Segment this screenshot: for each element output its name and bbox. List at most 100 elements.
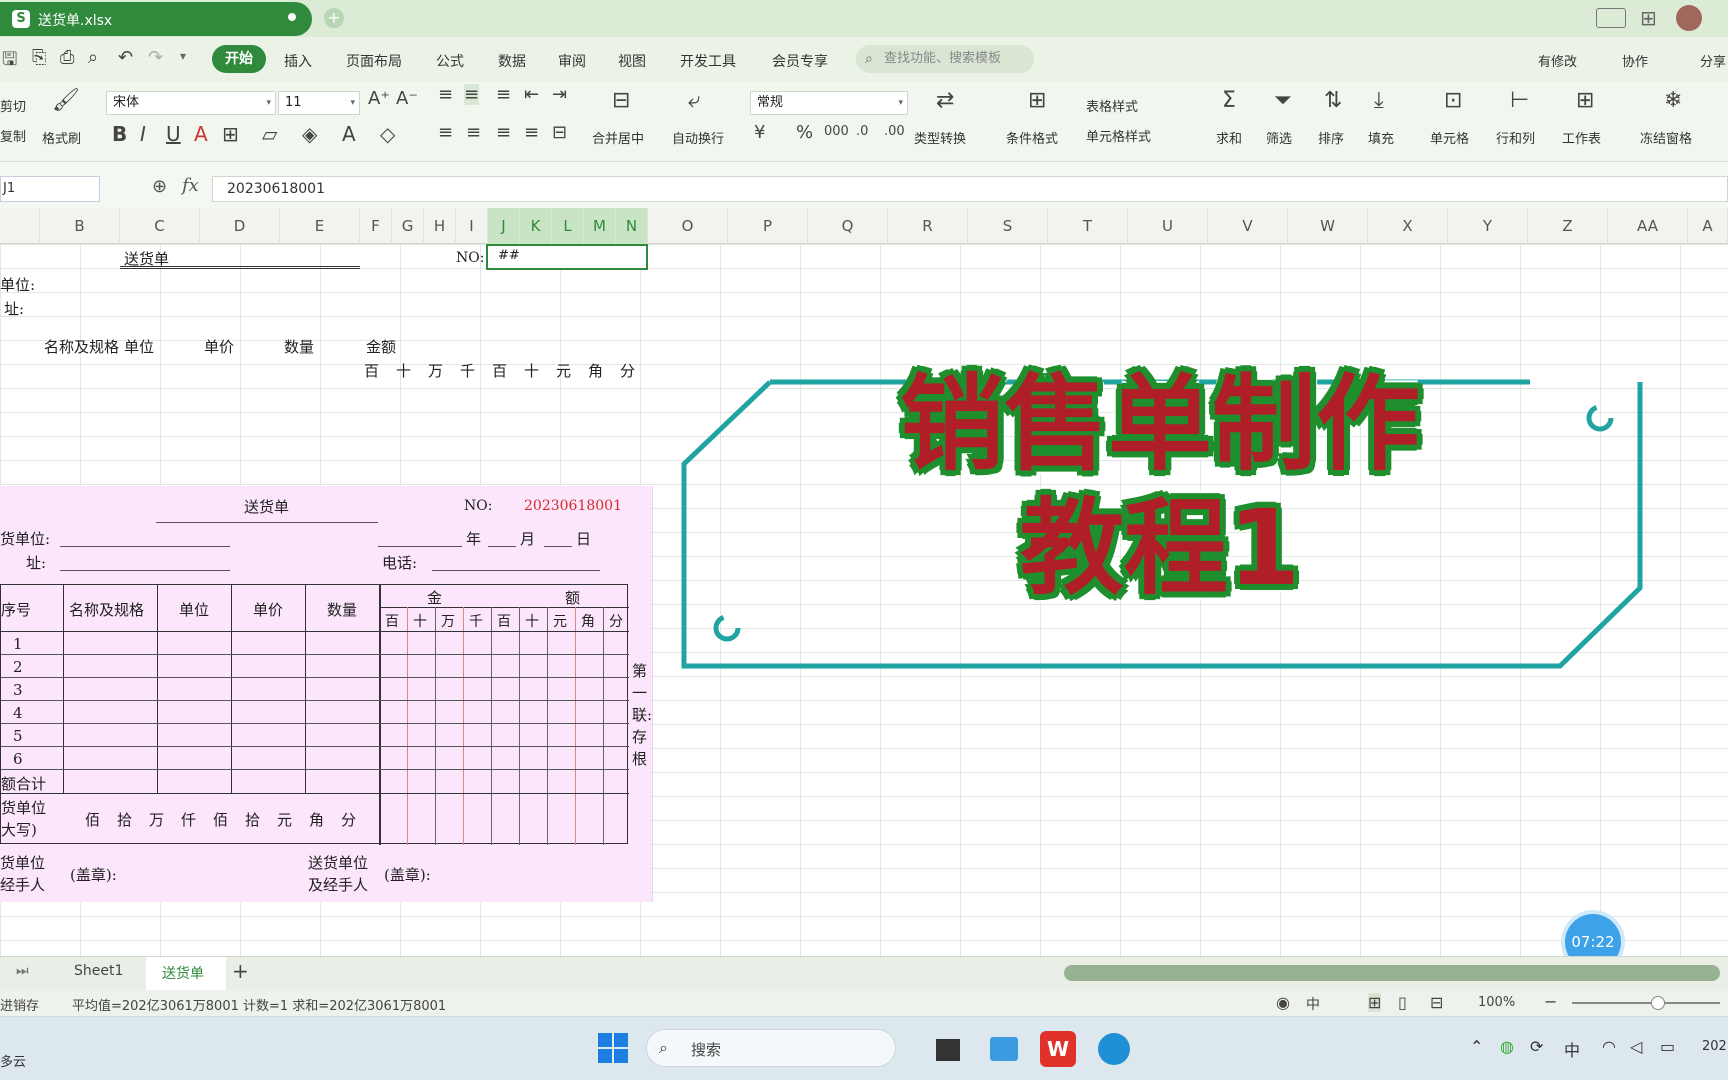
col-header-z[interactable]: Z (1528, 208, 1608, 244)
col-header-d[interactable]: D (200, 208, 280, 244)
save-icon[interactable]: 🖫 (2, 47, 17, 77)
currency-icon[interactable]: ¥ (754, 122, 765, 143)
collaborate-button[interactable]: 协作 (1622, 51, 1648, 70)
type-convert-icon[interactable]: ⇄ (936, 88, 954, 113)
col-header-c[interactable]: C (120, 208, 200, 244)
menu-review[interactable]: 审阅 (558, 51, 586, 71)
font-color-icon[interactable]: A (342, 122, 356, 146)
col-header-u[interactable]: U (1128, 208, 1208, 244)
worksheet-button[interactable]: 工作表 (1562, 128, 1601, 147)
align-bottom-icon[interactable]: ≡ (496, 84, 511, 105)
page-layout-view-icon[interactable]: ▯ (1398, 993, 1407, 1012)
border-icon[interactable]: ⊞ (222, 122, 239, 146)
horizontal-scrollbar[interactable] (1064, 965, 1720, 981)
cell-k6[interactable]: 十 (524, 360, 539, 381)
cell-m6[interactable]: 角 (588, 360, 603, 381)
taskbar-search[interactable]: ⌕ 搜索 (646, 1029, 896, 1067)
row-column-button[interactable]: 行和列 (1496, 128, 1535, 147)
col-header-s[interactable]: S (968, 208, 1048, 244)
fill-button[interactable]: 填充 (1368, 128, 1394, 147)
print-icon[interactable]: ⎙ (60, 47, 74, 68)
battery-icon[interactable]: ▭ (1660, 1037, 1675, 1056)
zoom-level[interactable]: 100% (1478, 995, 1515, 1010)
col-header-x[interactable]: X (1368, 208, 1448, 244)
copy-button[interactable]: 复制 (0, 126, 26, 145)
col-header-h[interactable]: H (424, 208, 456, 244)
row-column-icon[interactable]: ⊢ (1510, 88, 1529, 113)
decrease-font-icon[interactable]: A⁻ (396, 88, 418, 109)
sheet-nav-icon[interactable]: ⏭ (16, 963, 29, 979)
col-header-i[interactable]: I (456, 208, 488, 244)
menu-start[interactable]: 开始 (212, 45, 266, 73)
col-header-ab[interactable]: A (1688, 208, 1728, 244)
conditional-format-icon[interactable]: ⊞ (1028, 88, 1046, 113)
increase-indent-icon[interactable]: ⇥ (552, 84, 567, 105)
col-header-l[interactable]: L (552, 208, 584, 244)
status-left[interactable]: 进销存 (0, 995, 39, 1014)
tray-chevron-icon[interactable]: ⌃ (1470, 1037, 1483, 1056)
col-header-e[interactable]: E (280, 208, 360, 244)
quick-access-dropdown-icon[interactable]: ▾ (180, 49, 186, 63)
changes-button[interactable]: 有修改 (1538, 51, 1577, 70)
fill-color-icon[interactable]: ◈ (302, 122, 317, 146)
menu-page-layout[interactable]: 页面布局 (346, 51, 402, 71)
sum-button[interactable]: 求和 (1216, 128, 1242, 147)
tray-app-icon[interactable]: ◍ (1500, 1037, 1514, 1056)
col-header-aa[interactable]: AA (1608, 208, 1688, 244)
add-sheet-button[interactable]: + (232, 959, 249, 983)
sort-icon[interactable]: ⇅ (1324, 88, 1342, 113)
zoom-formula-icon[interactable]: ⊕ (152, 176, 167, 197)
cut-button[interactable]: 剪切 (0, 96, 26, 115)
align-left-icon[interactable]: ≡ (438, 122, 453, 143)
col-header-v[interactable]: V (1208, 208, 1288, 244)
cell-l6[interactable]: 元 (556, 360, 571, 381)
col-header-o[interactable]: O (648, 208, 728, 244)
conditional-format-button[interactable]: 条件格式 (1006, 128, 1058, 147)
corner-cell[interactable] (0, 208, 40, 244)
tray-ime[interactable]: 中 (1564, 1037, 1580, 1061)
merge-center-button[interactable]: 合并居中 (592, 128, 644, 147)
page-break-view-icon[interactable]: ⊟ (1430, 993, 1443, 1012)
format-painter-icon[interactable]: 🖌 (52, 88, 80, 113)
menu-view[interactable]: 视图 (618, 51, 646, 71)
cell-e5[interactable]: 数量 (284, 336, 314, 357)
freeze-panes-button[interactable]: 冻结窗格 (1640, 128, 1692, 147)
active-cell-j1[interactable]: ## (486, 244, 648, 270)
decrease-indent-icon[interactable]: ⇤ (524, 84, 539, 105)
sheet-tab-delivery[interactable]: 送货单 (162, 963, 204, 983)
bold-icon[interactable]: B (112, 122, 127, 146)
wifi-icon[interactable]: ◠ (1602, 1037, 1616, 1056)
eye-protection-icon[interactable]: ◉ (1276, 993, 1290, 1012)
cell-b5[interactable]: 名称及规格 (44, 336, 119, 357)
menu-data[interactable]: 数据 (498, 51, 526, 71)
align-right-icon[interactable]: ≡ (496, 122, 511, 143)
cell-style-button[interactable]: 单元格样式 (1086, 126, 1151, 145)
cell-f6[interactable]: 百 (364, 360, 379, 381)
fx-icon[interactable]: fx (182, 175, 199, 196)
increase-font-icon[interactable]: A⁺ (368, 88, 390, 109)
menu-formula[interactable]: 公式 (436, 51, 464, 71)
col-header-b[interactable]: B (40, 208, 120, 244)
align-center-icon[interactable]: ≡ (466, 122, 481, 143)
wrap-text-button[interactable]: 自动换行 (672, 128, 724, 147)
table-style-button[interactable]: 表格样式 (1086, 96, 1138, 115)
font-size-select[interactable]: 11 ▾ (278, 91, 360, 115)
cell-d5[interactable]: 单价 (204, 336, 234, 357)
cell-g6[interactable]: 十 (396, 360, 411, 381)
formula-input[interactable]: 20230618001 (212, 176, 1728, 202)
col-header-y[interactable]: Y (1448, 208, 1528, 244)
grid-apps-icon[interactable]: ⊞ (1640, 6, 1657, 30)
underline-icon[interactable]: U (166, 122, 181, 146)
ime-status-icon[interactable]: 中 (1306, 994, 1320, 1014)
thousands-icon[interactable]: 000 (824, 124, 849, 139)
export-icon[interactable]: ⎘ (32, 47, 46, 68)
merge-center-icon[interactable]: ⊟ (612, 88, 630, 113)
layout-icon[interactable] (1596, 8, 1626, 28)
zoom-out-icon[interactable]: − (1544, 992, 1557, 1011)
avatar[interactable] (1676, 5, 1702, 31)
print-preview-icon[interactable]: ⌕ (88, 47, 98, 68)
cell-button[interactable]: 单元格 (1430, 128, 1469, 147)
fill-icon[interactable]: ⤓ (1374, 88, 1384, 113)
align-top-icon[interactable]: ≡ (438, 84, 453, 105)
filter-icon[interactable]: ⏷ (1274, 88, 1292, 113)
